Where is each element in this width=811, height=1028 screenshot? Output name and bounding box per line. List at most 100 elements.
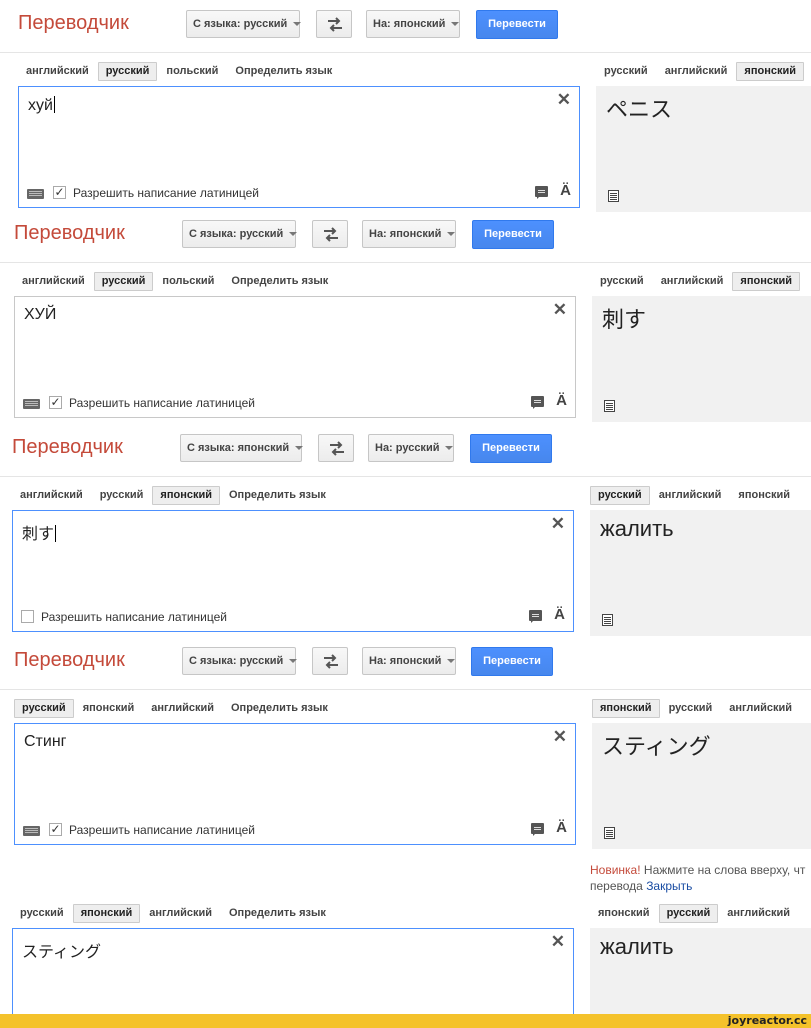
source-text[interactable]: スティング [22,938,101,962]
tab-detect-language[interactable]: Определить язык [223,699,336,718]
tab-result-language[interactable]: русский [592,272,652,291]
target-language-dropdown[interactable]: На: японский [366,10,460,38]
transcription-icon[interactable] [608,190,619,202]
phonetic-icon[interactable]: Ä [556,392,567,409]
chevron-down-icon [451,22,460,27]
tab-result-language[interactable]: английский [657,62,736,81]
clear-text-icon[interactable]: ✕ [557,90,571,110]
source-language-dropdown[interactable]: С языка: русский [182,220,298,248]
result-text[interactable]: ペニス [606,92,672,124]
swap-languages-button[interactable] [316,10,352,38]
target-language-dropdown[interactable]: На: русский [368,434,454,462]
source-text[interactable]: ХУЙ [24,306,56,324]
tab-source-language[interactable]: японский [75,699,143,718]
tab-result-language-selected[interactable]: русский [658,904,719,923]
source-text-area[interactable]: Стинг ✕ ✓ Разрешить написание латиницей … [14,723,576,845]
source-text-area[interactable]: хуй ✕ ✓ Разрешить написание латиницей Ä [18,86,580,208]
feedback-icon[interactable] [535,186,548,199]
chevron-down-icon [295,446,304,451]
tab-source-language[interactable]: польский [158,62,226,81]
transcription-icon[interactable] [602,614,613,626]
clear-text-icon[interactable]: ✕ [553,300,567,320]
translate-button[interactable]: Перевести [476,10,558,39]
phonetic-icon[interactable]: Ä [554,606,565,623]
keyboard-icon[interactable] [23,399,40,409]
clear-text-icon[interactable]: ✕ [553,727,567,747]
tab-result-language[interactable]: японский [730,486,798,505]
swap-languages-button[interactable] [312,220,348,248]
target-language-label: На: японский [373,18,446,30]
tab-detect-language[interactable]: Определить язык [223,272,336,291]
tab-result-language-selected[interactable]: японский [732,272,800,291]
source-language-tabs: английский русский японский Определить язык [12,486,335,506]
result-text[interactable]: жалить [600,934,674,960]
translator-panel-3: Переводчик С языка: японский На: русский… [0,424,811,636]
keyboard-icon[interactable] [27,189,44,199]
latin-input-checkbox[interactable]: ✓ [53,186,66,199]
source-language-dropdown[interactable]: С языка: русский [182,647,298,675]
tab-result-language-selected[interactable]: русский [590,486,650,505]
tab-result-language-selected[interactable]: японский [592,699,660,718]
tab-result-language[interactable]: английский [719,904,798,923]
tab-source-language[interactable]: английский [141,904,220,923]
tab-source-language[interactable]: русский [12,904,72,923]
latin-input-checkbox[interactable]: ✓ [49,396,62,409]
tab-source-language-selected[interactable]: русский [93,272,154,291]
result-language-tabs: русский английский японский [590,486,799,506]
tab-result-language[interactable]: русский [661,699,721,718]
target-language-dropdown[interactable]: На: японский [362,220,456,248]
result-language-tabs: японский русский английский [590,904,799,924]
source-language-dropdown[interactable]: С языка: русский [186,10,302,38]
source-text[interactable]: хуй [28,96,55,115]
tab-source-language[interactable]: русский [92,486,152,505]
tab-source-language-selected[interactable]: русский [14,699,74,718]
tab-source-language[interactable]: польский [154,272,222,291]
translate-button[interactable]: Перевести [470,434,552,463]
translate-button[interactable]: Перевести [471,647,553,676]
tab-result-language[interactable]: японский [590,904,658,923]
swap-languages-button[interactable] [312,647,348,675]
tab-result-language[interactable]: русский [596,62,656,81]
tab-source-language[interactable]: английский [18,62,97,81]
latin-input-checkbox[interactable]: ✓ [49,823,62,836]
result-text[interactable]: スティング [602,729,711,761]
swap-languages-button[interactable] [318,434,354,462]
feedback-icon[interactable] [531,823,544,836]
tab-result-language[interactable]: английский [721,699,800,718]
tab-source-language-selected[interactable]: японский [72,904,141,923]
source-language-label: С языка: русский [189,655,284,667]
source-text[interactable]: Стинг [24,733,67,751]
translate-button[interactable]: Перевести [472,220,554,249]
tab-result-language[interactable]: английский [653,272,732,291]
tab-source-language[interactable]: английский [14,272,93,291]
tab-source-language[interactable]: английский [143,699,222,718]
latin-input-checkbox[interactable] [21,610,34,623]
result-text[interactable]: жалить [600,516,674,542]
source-language-dropdown[interactable]: С языка: японский [180,434,304,462]
feedback-icon[interactable] [529,610,542,623]
tab-detect-language[interactable]: Определить язык [221,904,334,923]
clear-text-icon[interactable]: ✕ [551,932,565,952]
tab-source-language-selected[interactable]: русский [97,62,158,81]
tab-detect-language[interactable]: Определить язык [221,486,334,505]
phonetic-icon[interactable]: Ä [556,819,567,836]
source-text-area[interactable]: 刺す ✕ Разрешить написание латиницей Ä [12,510,574,632]
tab-result-language-selected[interactable]: японский [736,62,804,81]
translator-panel-2: Переводчик С языка: русский На: японский… [0,210,811,422]
tab-source-language[interactable]: английский [12,486,91,505]
source-text[interactable]: 刺す [22,520,57,544]
target-language-dropdown[interactable]: На: японский [362,647,456,675]
source-text-area[interactable]: スティング ✕ [12,928,574,1014]
phonetic-icon[interactable]: Ä [560,182,571,199]
result-text[interactable]: 刺す [602,302,646,334]
divider [0,689,811,690]
tab-result-language[interactable]: английский [651,486,730,505]
source-text-area[interactable]: ХУЙ ✕ ✓ Разрешить написание латиницей Ä [14,296,576,418]
clear-text-icon[interactable]: ✕ [551,514,565,534]
keyboard-icon[interactable] [23,826,40,836]
transcription-icon[interactable] [604,827,615,839]
tab-source-language-selected[interactable]: японский [152,486,220,505]
transcription-icon[interactable] [604,400,615,412]
feedback-icon[interactable] [531,396,544,409]
tab-detect-language[interactable]: Определить язык [227,62,340,81]
